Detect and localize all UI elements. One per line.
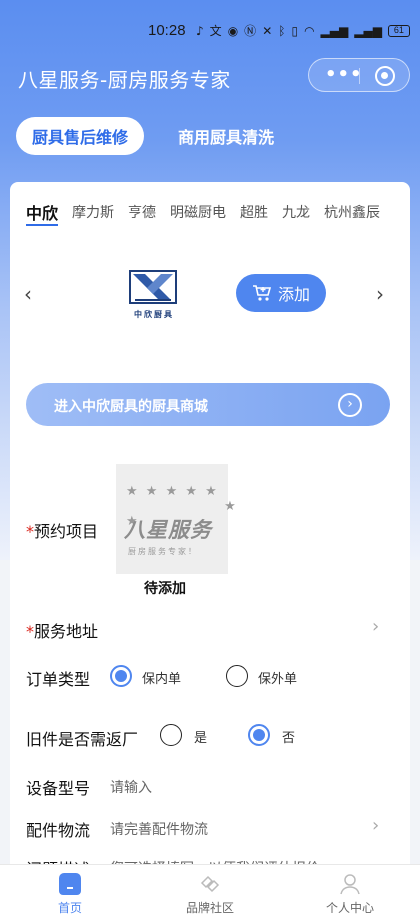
order-type-radio-in-warranty[interactable]: [110, 665, 132, 687]
brand-logo: 中欣厨具: [126, 270, 182, 330]
close-miniprogram-icon[interactable]: [375, 66, 395, 86]
eye-icon: ◉: [227, 23, 239, 38]
tab-commercial-cleaning[interactable]: 商用厨具清洗: [162, 117, 290, 155]
translate-icon: 文: [209, 24, 222, 38]
nfc-icon: Ⓝ: [244, 24, 257, 38]
brand-logo-graphic: [133, 274, 173, 301]
vibrate-icon: ▯: [291, 23, 299, 38]
brand-tab-jiulong[interactable]: 九龙: [282, 198, 310, 228]
logistics-label: 配件物流: [26, 821, 91, 840]
return-label: 旧件是否需返厂: [26, 730, 139, 749]
brand-logo-caption: 中欣厨具: [134, 310, 174, 319]
brand-tab-hangzhou-xinchen[interactable]: 杭州鑫辰: [324, 198, 380, 228]
tabbar-community[interactable]: 品牌社区: [170, 873, 250, 916]
navbar: 八星服务-厨房服务专家 •••: [0, 56, 420, 96]
brand-tab-chaosheng[interactable]: 超胜: [240, 198, 268, 228]
brand-tab-molisi[interactable]: 摩力斯: [72, 198, 114, 228]
address-label-text: 服务地址: [34, 622, 99, 641]
brand-tab-mingci[interactable]: 明磁厨电: [170, 198, 226, 228]
brand-tab-hengde[interactable]: 亨德: [128, 198, 156, 228]
tabbar-profile[interactable]: 个人中心: [310, 873, 390, 916]
logistics-input[interactable]: 请完善配件物流: [110, 819, 208, 839]
arrow-right-circle-icon: ›: [338, 393, 362, 417]
more-icon[interactable]: •••: [325, 64, 363, 85]
tabbar-home-label: 首页: [57, 901, 82, 915]
return-yes-label: 是: [194, 731, 208, 746]
placeholder-logo-text: 八星服务: [124, 518, 212, 542]
signal-icon: ▂▄▆: [320, 23, 349, 38]
community-icon: [200, 875, 220, 893]
status-icons: ♪ 文 ◉ Ⓝ ✕ ᛒ ▯ ◠ ▂▄▆ ▂▄▆ 61: [196, 22, 410, 39]
tabbar-home[interactable]: 首页: [30, 873, 110, 916]
mute-icon: ✕: [262, 23, 273, 38]
project-label: *预约项目: [26, 518, 98, 542]
order-type-in-warranty-label: 保内单: [142, 672, 182, 687]
project-label-text: 预约项目: [34, 522, 99, 541]
add-brand-button[interactable]: 添加: [236, 274, 326, 312]
bluetooth-icon: ᛒ: [278, 23, 286, 38]
service-tabs: 厨具售后维修 商用厨具清洗: [16, 116, 290, 156]
bottom-tabbar: 首页 品牌社区 个人中心: [0, 864, 420, 924]
capsule-divider: [359, 68, 360, 84]
chevron-left-icon[interactable]: ‹: [24, 282, 32, 306]
return-radio-yes[interactable]: [160, 724, 182, 746]
order-type-radio-out-warranty[interactable]: [226, 665, 248, 687]
brand-logo-mark: [129, 270, 177, 304]
address-chevron-right-icon[interactable]: ›: [372, 616, 379, 637]
status-time: 10:28: [148, 22, 186, 39]
wifi-icon: ◠: [304, 23, 315, 38]
page-title: 八星服务-厨房服务专家: [18, 68, 231, 92]
tab-after-sales-repair[interactable]: 厨具售后维修: [16, 117, 145, 155]
mall-banner-label: 进入中欣厨具的厨具商城: [54, 399, 208, 415]
required-mark: *: [26, 522, 34, 541]
brand-tab-zhongxin[interactable]: 中欣: [26, 198, 59, 228]
order-type-out-warranty-label: 保外单: [258, 672, 298, 687]
tabbar-community-label: 品牌社区: [185, 901, 234, 915]
status-bar: 10:28 ♪ 文 ◉ Ⓝ ✕ ᛒ ▯ ◠ ▂▄▆ ▂▄▆ 61: [0, 0, 420, 62]
return-no-label: 否: [282, 731, 296, 746]
signal-icon: ▂▄▆: [354, 23, 382, 38]
home-icon: [59, 873, 81, 895]
chevron-right-icon[interactable]: ›: [376, 282, 384, 306]
model-label: 设备型号: [26, 779, 91, 798]
cart-icon: [252, 285, 272, 301]
battery-icon: 61: [387, 24, 410, 37]
add-button-label: 添加: [277, 285, 310, 304]
pending-label: 待添加: [144, 581, 186, 597]
placeholder-logo-subtext: 厨房服务专家！: [128, 547, 198, 556]
tabbar-profile-label: 个人中心: [325, 901, 374, 915]
address-label: *服务地址: [26, 618, 98, 642]
model-input[interactable]: 请输入: [110, 777, 152, 797]
user-icon: [340, 874, 360, 895]
return-radio-no[interactable]: [248, 724, 270, 746]
brand-mall-banner[interactable]: 进入中欣厨具的厨具商城 ›: [26, 383, 390, 426]
logistics-chevron-right-icon[interactable]: ›: [372, 815, 379, 836]
brand-tabs: 中欣 摩力斯 亨德 明磁厨电 超胜 九龙 杭州鑫辰: [26, 198, 404, 228]
project-placeholder-image[interactable]: ★ ★ ★ ★ ★ ★ ★ 八星服务 厨房服务专家！: [116, 464, 236, 574]
required-mark: *: [26, 622, 34, 641]
miniprogram-capsule: •••: [308, 58, 410, 92]
ringtone-icon: ♪: [196, 23, 204, 38]
main-card: 中欣 摩力斯 亨德 明磁厨电 超胜 九龙 杭州鑫辰 ‹ › 中欣厨具 添加 进入…: [10, 182, 410, 902]
order-type-label: 订单类型: [26, 670, 91, 689]
